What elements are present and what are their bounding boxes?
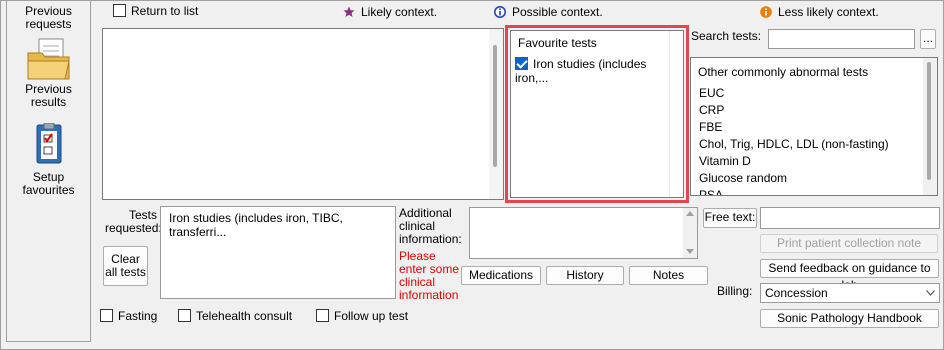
other-test-item[interactable]: Vitamin D — [699, 153, 889, 170]
other-test-item[interactable]: Glucose random — [699, 170, 889, 187]
context-list-scrollbar[interactable] — [489, 29, 503, 199]
favourite-test-item[interactable]: Iron studies (includes iron,... — [515, 57, 683, 85]
previous-requests-label: Previous requests — [25, 4, 72, 31]
other-test-item[interactable]: PSA — [699, 187, 889, 195]
free-text-button[interactable]: Free text: — [703, 208, 757, 228]
history-button[interactable]: History — [546, 266, 624, 285]
previous-results-label: Previous results — [25, 82, 72, 109]
return-to-list-label: Return to list — [131, 4, 199, 18]
setup-favourites-button[interactable]: Setup favourites — [7, 123, 90, 197]
fasting-checkbox[interactable]: Fasting — [100, 309, 157, 323]
info-icon — [494, 6, 506, 18]
favourite-test-checkbox[interactable] — [515, 57, 528, 70]
fasting-box[interactable] — [100, 309, 113, 322]
sidebar: Previous requests Previous results Setup… — [6, 0, 91, 342]
other-test-item[interactable]: Chol, Trig, HDLC, LDL (non-fasting) — [699, 136, 889, 153]
star-icon — [343, 6, 355, 17]
chevron-down-icon — [926, 290, 935, 296]
context-tests-list[interactable] — [102, 28, 504, 200]
less-likely-context-label: Less likely context. — [778, 5, 879, 19]
clear-all-tests-button[interactable]: Clear all tests — [103, 246, 148, 286]
telehealth-box[interactable] — [178, 309, 191, 322]
print-collection-note-button[interactable]: Print patient collection note — [760, 234, 938, 253]
previous-requests-button[interactable]: Previous requests — [7, 5, 90, 31]
free-text-input[interactable] — [760, 207, 940, 229]
less-likely-context-legend: Less likely context. — [760, 5, 879, 19]
possible-context-label: Possible context. — [512, 5, 603, 19]
favourite-test-label: Iron studies (includes iron,... — [515, 57, 647, 85]
follow-up-checkbox[interactable]: Follow up test — [316, 309, 408, 323]
return-to-list-box[interactable] — [113, 4, 126, 17]
telehealth-checkbox[interactable]: Telehealth consult — [178, 309, 292, 323]
search-browse-button[interactable]: ... — [920, 29, 936, 49]
favourite-tests-panel: Favourite tests Iron studies (includes i… — [510, 30, 684, 198]
search-label: Search tests: — [691, 29, 762, 43]
notes-button[interactable]: Notes — [629, 266, 708, 285]
other-test-item[interactable]: FBE — [699, 119, 889, 136]
other-test-item[interactable]: EUC — [699, 85, 889, 102]
clinical-info-label: Additional clinical information: — [399, 206, 462, 246]
billing-selected: Concession — [765, 286, 828, 300]
likely-context-legend: Likely context. — [343, 5, 437, 19]
fasting-label: Fasting — [118, 309, 158, 323]
likely-context-label: Likely context. — [361, 5, 438, 19]
other-tests-panel: Other commonly abnormal tests EUC CRP FBE C… — [690, 57, 938, 196]
setup-favourites-label: Setup favourites — [22, 170, 75, 197]
return-to-list-checkbox[interactable]: Return to list — [113, 4, 198, 18]
scroll-down-icon[interactable] — [686, 249, 694, 254]
folder-icon — [27, 38, 70, 80]
other-tests-header: Other commonly abnormal tests — [698, 65, 869, 79]
clinical-info-scrollbar[interactable] — [683, 208, 697, 258]
tests-requested-field[interactable]: Iron studies (includes iron, TIBC, trans… — [160, 206, 396, 299]
checklist-icon — [36, 123, 61, 164]
search-input[interactable] — [768, 29, 915, 49]
scroll-up-icon[interactable] — [686, 211, 694, 216]
follow-up-label: Follow up test — [334, 309, 409, 323]
follow-up-box[interactable] — [316, 309, 329, 322]
possible-context-legend: Possible context. — [494, 5, 603, 19]
billing-label: Billing: — [717, 284, 753, 298]
medications-button[interactable]: Medications — [461, 266, 541, 285]
clinical-info-input[interactable] — [469, 207, 698, 259]
info-orange-icon — [760, 6, 772, 18]
tests-requested-value: Iron studies (includes iron, TIBC, trans… — [169, 211, 343, 239]
other-tests-scrollbar[interactable] — [923, 58, 937, 195]
clinical-info-warning: Please enter some clinical information — [399, 249, 460, 302]
favourite-tests-header: Favourite tests — [518, 36, 597, 50]
previous-results-button[interactable]: Previous results — [7, 37, 90, 109]
telehealth-label: Telehealth consult — [196, 309, 293, 323]
billing-select[interactable]: Concession — [760, 283, 940, 303]
send-feedback-button[interactable]: Send feedback on guidance to lab — [760, 259, 939, 292]
sonic-handbook-button[interactable]: Sonic Pathology Handbook — [760, 309, 939, 328]
favourite-list-scrollbar[interactable] — [669, 31, 683, 197]
other-test-item[interactable]: CRP — [699, 102, 889, 119]
other-tests-list: EUC CRP FBE Chol, Trig, HDLC, LDL (non-fast… — [699, 85, 889, 195]
tests-requested-label: Tests requested: — [105, 208, 162, 235]
